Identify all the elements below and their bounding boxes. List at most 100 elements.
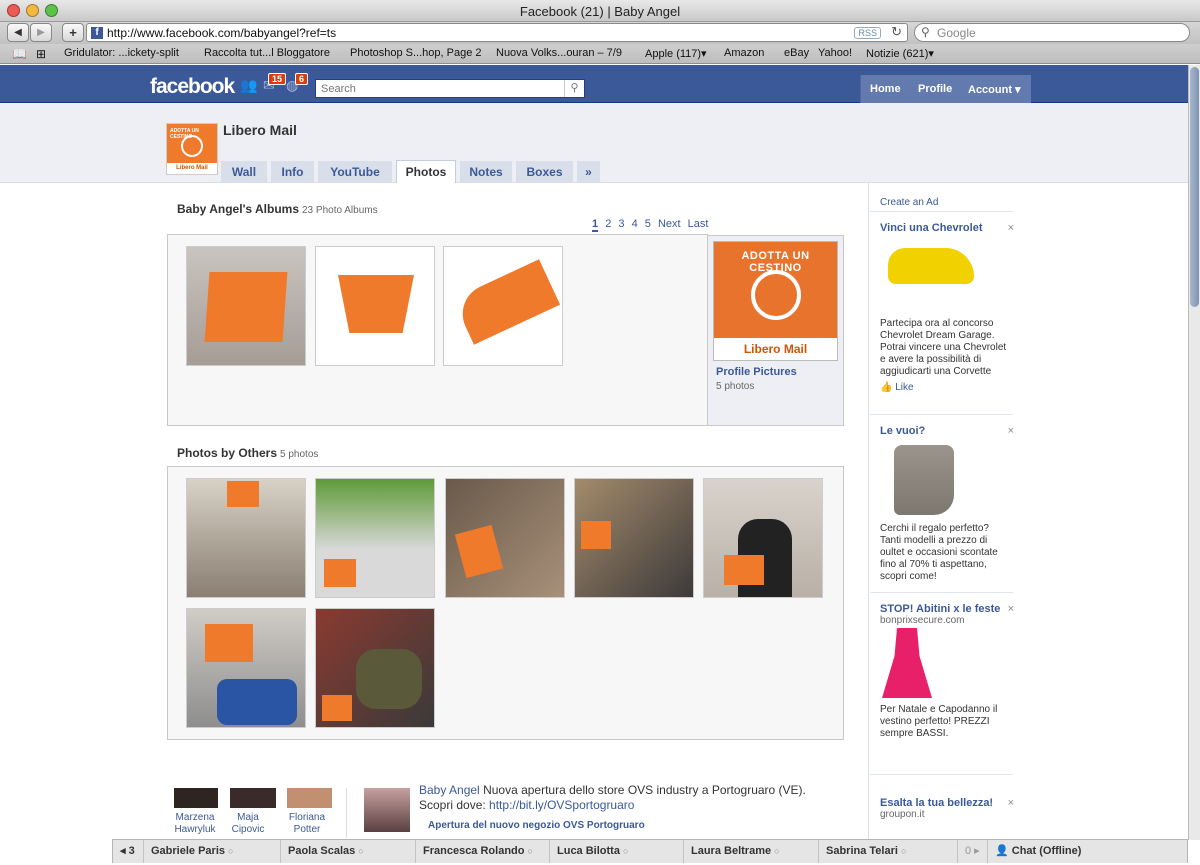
tab-more[interactable]: » <box>577 161 600 183</box>
pink-dress-image[interactable] <box>882 628 932 698</box>
ad-title[interactable]: Le vuoi? <box>880 425 1012 437</box>
bookmark-item[interactable]: Yahoo! <box>818 47 852 59</box>
albums-heading: Baby Angel's Albums 23 Photo Albums <box>177 202 378 216</box>
tab-wall[interactable]: Wall <box>221 161 267 183</box>
bookmark-item[interactable]: Apple (117)▾ <box>645 47 707 60</box>
profile-name[interactable]: Libero Mail <box>223 122 297 138</box>
nav-profile[interactable]: Profile <box>918 83 952 95</box>
bin-template-photo <box>452 259 561 345</box>
page-link[interactable]: 2 <box>605 218 611 230</box>
bookmark-item[interactable]: Nuova Volks...ouran – 7/9 <box>496 47 622 59</box>
bookmark-item[interactable]: Notizie (621)▾ <box>866 47 934 60</box>
others-title: Photos by Others <box>177 446 278 460</box>
tab-info[interactable]: Info <box>271 161 314 183</box>
album-thumbnail[interactable] <box>315 246 435 366</box>
page-link[interactable]: 3 <box>618 218 624 230</box>
chat-tab[interactable]: Francesca Rolando ○ <box>415 840 549 863</box>
yellow-car-image[interactable] <box>888 248 974 284</box>
bookmark-item[interactable]: Photoshop S...hop, Page 2 <box>350 47 482 59</box>
post-author-avatar[interactable] <box>364 788 410 832</box>
photo-thumbnail[interactable] <box>315 478 435 598</box>
photo-thumbnail[interactable] <box>574 478 694 598</box>
like-button[interactable]: 👍 Like <box>880 382 1012 393</box>
ad-title[interactable]: Esalta la tua bellezza! <box>880 797 1012 809</box>
chat-contact-name: Laura Beltrame <box>691 845 772 857</box>
photo-thumbnail[interactable] <box>703 478 823 598</box>
profile-pictures-thumbnail[interactable]: ADOTTA UN CESTINO Libero Mail <box>713 241 838 361</box>
album-thumbnail[interactable] <box>186 246 306 366</box>
album-name-link[interactable]: Profile Pictures <box>716 366 797 378</box>
post-author-link[interactable]: Baby Angel <box>419 783 480 797</box>
boot-image[interactable] <box>894 445 954 515</box>
album-thumbnail[interactable] <box>443 246 563 366</box>
create-ad-link[interactable]: Create an Ad <box>880 196 1012 208</box>
tab-youtube[interactable]: YouTube <box>318 161 392 183</box>
last-page-link[interactable]: Last <box>688 218 709 230</box>
reload-icon[interactable]: ↻ <box>891 24 902 40</box>
chat-prev-button[interactable]: ◂ 3 <box>113 840 143 863</box>
friend-name[interactable]: Maja Cipovic <box>226 812 270 836</box>
friend-requests-icon[interactable]: 👥 <box>240 77 257 94</box>
page-scrollbar[interactable] <box>1188 65 1200 840</box>
profile-header: ADOTTA UN CESTINO Libero Mail Libero Mai… <box>0 103 1188 183</box>
close-icon[interactable]: × <box>1008 222 1014 234</box>
tab-notes[interactable]: Notes <box>460 161 512 183</box>
close-icon[interactable]: × <box>1008 603 1014 615</box>
tab-photos[interactable]: Photos <box>396 160 456 183</box>
chat-tab[interactable]: Sabrina Telari ○ <box>818 840 957 863</box>
post-link[interactable]: http://bit.ly/OVSportogruaro <box>489 798 634 812</box>
facebook-logo[interactable]: facebook <box>150 75 235 99</box>
nav-account[interactable]: Account ▾ <box>968 83 1021 96</box>
friend-name[interactable]: Marzena Hawryluk <box>170 812 220 836</box>
close-icon[interactable]: × <box>1008 425 1014 437</box>
photo-thumbnail[interactable] <box>445 478 565 598</box>
chat-tab[interactable]: Laura Beltrame ○ <box>683 840 818 863</box>
album-photo-count: 5 photos <box>716 381 755 392</box>
photo-thumbnail[interactable] <box>186 478 306 598</box>
profile-avatar[interactable]: ADOTTA UN CESTINO Libero Mail <box>166 123 218 175</box>
friend-photo[interactable] <box>287 788 332 808</box>
top-sites-grid-icon[interactable]: ⊞ <box>36 47 46 61</box>
chat-contact-name: Francesca Rolando <box>423 845 525 857</box>
forward-button[interactable]: ▶ <box>30 23 52 42</box>
page-link[interactable]: 4 <box>632 218 638 230</box>
rss-button[interactable]: RSS <box>854 27 881 39</box>
like-label: Like <box>895 382 914 393</box>
back-button[interactable]: ◀ <box>7 23 29 42</box>
ad-title[interactable]: STOP! Abitini x le feste <box>880 603 1012 615</box>
albums-count: 23 Photo Albums <box>302 205 378 216</box>
google-search-field[interactable]: ⚲ Google <box>914 23 1190 42</box>
tab-boxes[interactable]: Boxes <box>516 161 573 183</box>
next-page-link[interactable]: Next <box>658 218 681 230</box>
photo-thumbnail[interactable] <box>186 608 306 728</box>
friend-photo[interactable] <box>174 788 218 808</box>
facebook-search-input[interactable]: Search ⚲ <box>315 79 585 98</box>
reading-list-icon[interactable]: 📖 <box>12 47 27 61</box>
browser-toolbar: ◀ ▶ + f http://www.facebook.com/babyange… <box>0 22 1200 44</box>
close-icon[interactable]: × <box>1008 797 1014 809</box>
chat-tab[interactable]: Gabriele Paris ○ <box>143 840 280 863</box>
chat-next-button[interactable]: 0 ▸ <box>957 840 987 863</box>
page-link[interactable]: 1 <box>592 218 599 232</box>
bookmark-item[interactable]: eBay <box>784 47 809 59</box>
page-link[interactable]: 5 <box>645 218 651 230</box>
add-bookmark-button[interactable]: + <box>62 23 84 42</box>
bookmark-item[interactable]: Amazon <box>724 47 764 59</box>
ad-title[interactable]: Vinci una Chevrolet <box>880 222 1012 234</box>
search-icon[interactable]: ⚲ <box>564 80 584 97</box>
post-attachment-link[interactable]: Apertura del nuovo negozio OVS Portogrua… <box>428 820 645 831</box>
address-bar[interactable]: f http://www.facebook.com/babyangel?ref=… <box>86 23 908 42</box>
window-titlebar: Facebook (21) | Baby Angel <box>0 0 1200 22</box>
friend-photo[interactable] <box>230 788 276 808</box>
scrollbar-thumb[interactable] <box>1190 67 1199 307</box>
photo-thumbnail[interactable] <box>315 608 435 728</box>
nav-home[interactable]: Home <box>870 83 901 95</box>
orange-bin-photo <box>338 275 414 333</box>
post-text-block: Baby Angel Nuova apertura dello store OV… <box>419 783 819 813</box>
chat-status-button[interactable]: 👤 Chat (Offline) <box>987 840 1187 863</box>
bookmark-item[interactable]: Gridulator: ...ickety-split <box>64 47 179 59</box>
bookmark-item[interactable]: Raccolta tut...l Bloggatore <box>204 47 330 59</box>
friend-name[interactable]: Floriana Potter <box>283 812 331 836</box>
chat-tab[interactable]: Luca Bilotta ○ <box>549 840 683 863</box>
chat-tab[interactable]: Paola Scalas ○ <box>280 840 415 863</box>
